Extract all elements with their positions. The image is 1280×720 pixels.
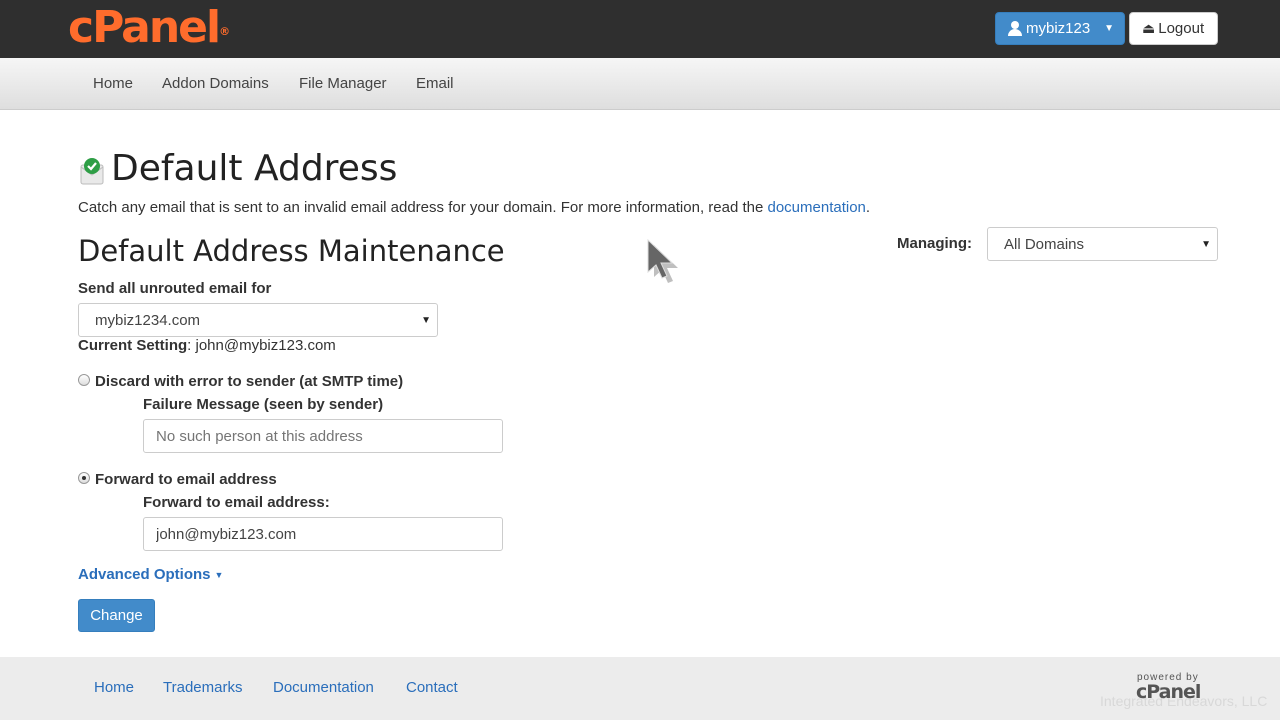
cpanel-logo[interactable]: cPanel®	[68, 4, 230, 52]
change-button[interactable]: Change	[78, 599, 155, 632]
send-unrouted-label: Send all unrouted email for	[78, 280, 272, 297]
advanced-options-toggle[interactable]: Advanced Options ▼	[78, 566, 223, 583]
logout-button[interactable]: ⏏ Logout	[1129, 12, 1218, 45]
documentation-link[interactable]: documentation	[768, 199, 866, 216]
footer-documentation-link[interactable]: Documentation	[273, 679, 374, 696]
forward-field-label: Forward to email address:	[143, 494, 330, 511]
mouse-cursor-icon	[647, 238, 678, 283]
user-menu-button[interactable]: mybiz123 ▼	[995, 12, 1125, 45]
page-title: Default Address	[111, 148, 398, 189]
chevron-down-icon: ▼	[421, 314, 431, 326]
forward-label: Forward to email address	[95, 471, 277, 488]
managing-select[interactable]: All Domains ▼	[987, 227, 1218, 261]
nav-email[interactable]: Email	[416, 75, 454, 92]
top-bar: cPanel® mybiz123 ▼ ⏏ Logout	[0, 0, 1280, 58]
current-setting: Current Setting: john@mybiz123.com	[78, 337, 336, 354]
chevron-down-icon: ▼	[1104, 23, 1114, 34]
domain-value: mybiz1234.com	[95, 311, 201, 329]
forward-email-input[interactable]	[143, 517, 503, 551]
default-address-icon	[80, 158, 104, 185]
footer: Home Trademarks Documentation Contact In…	[0, 657, 1280, 720]
footer-contact-link[interactable]: Contact	[406, 679, 458, 696]
failure-message-label: Failure Message (seen by sender)	[143, 396, 384, 413]
managing-label: Managing:	[897, 235, 972, 252]
nav-addon-domains[interactable]: Addon Domains	[162, 75, 269, 92]
discard-radio[interactable]	[78, 374, 90, 386]
section-title: Default Address Maintenance	[78, 234, 505, 268]
user-icon	[1008, 21, 1022, 36]
managing-value: All Domains	[1004, 235, 1085, 253]
forward-radio[interactable]	[78, 472, 90, 484]
username-label: mybiz123	[1026, 20, 1091, 37]
nav-home[interactable]: Home	[93, 75, 133, 92]
logout-label: Logout	[1158, 20, 1205, 37]
logout-icon: ⏏	[1142, 20, 1156, 36]
page-description: Catch any email that is sent to an inval…	[78, 199, 871, 216]
failure-message-input[interactable]	[143, 419, 503, 453]
domain-select[interactable]: mybiz1234.com ▼	[78, 303, 438, 337]
nav-file-manager[interactable]: File Manager	[299, 75, 387, 92]
discard-label: Discard with error to sender (at SMTP ti…	[95, 373, 404, 390]
footer-home-link[interactable]: Home	[94, 679, 134, 696]
footer-trademarks-link[interactable]: Trademarks	[163, 679, 242, 696]
caret-down-icon: ▼	[214, 570, 224, 581]
chevron-down-icon: ▼	[1201, 238, 1211, 250]
powered-by-logo[interactable]: cPanel	[1136, 681, 1201, 703]
main-nav: Home Addon Domains File Manager Email	[0, 58, 1280, 110]
